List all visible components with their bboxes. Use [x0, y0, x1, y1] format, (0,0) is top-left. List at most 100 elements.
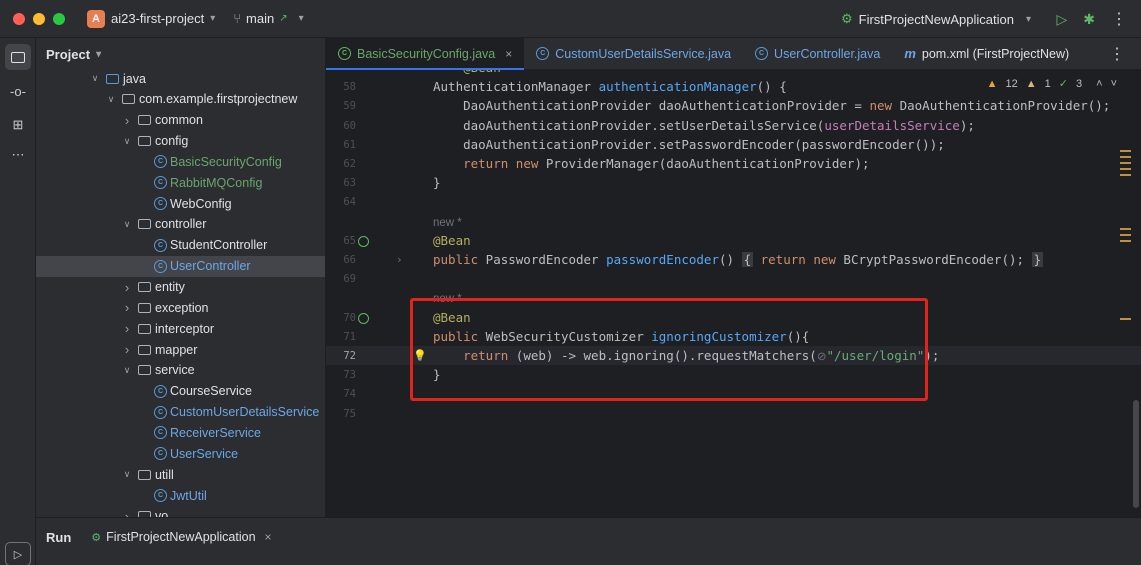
- chevron-down-icon[interactable]: ∨: [120, 219, 134, 230]
- error-stripe-marker[interactable]: [1120, 150, 1131, 152]
- error-stripe-marker[interactable]: [1120, 174, 1131, 176]
- chevron-right-icon[interactable]: ›: [120, 113, 134, 128]
- minimize-window-button[interactable]: [33, 12, 45, 25]
- close-window-button[interactable]: [13, 12, 25, 25]
- line-number[interactable]: 71: [326, 331, 356, 343]
- tree-item-folder[interactable]: › common: [36, 110, 325, 131]
- tree-item-class[interactable]: C StudentController: [36, 235, 325, 256]
- run-tool-button[interactable]: ▷: [5, 542, 31, 565]
- error-stripe-marker[interactable]: [1120, 162, 1131, 164]
- code-line[interactable]: daoAuthenticationProvider.setUserDetails…: [433, 118, 975, 133]
- tree-item-class[interactable]: C BasicSecurityConfig: [36, 151, 325, 172]
- run-tab[interactable]: ⚙ FirstProjectNewApplication ×: [91, 530, 271, 544]
- line-number[interactable]: 75: [326, 408, 356, 420]
- code-line[interactable]: new *: [433, 214, 462, 229]
- line-number[interactable]: 61: [326, 139, 356, 151]
- chevron-down-icon[interactable]: ∨: [120, 136, 134, 147]
- chevron-right-icon[interactable]: ›: [120, 509, 134, 517]
- error-stripe-marker[interactable]: [1120, 234, 1131, 236]
- code-line[interactable]: AuthenticationManager authenticationMana…: [433, 79, 787, 94]
- error-stripe-marker[interactable]: [1120, 156, 1131, 158]
- tree-item-class[interactable]: C UserController: [36, 255, 325, 277]
- chevron-down-icon[interactable]: ▾: [96, 49, 101, 60]
- author-hint[interactable]: new *: [433, 217, 462, 229]
- tree-item-folder[interactable]: ∨ service: [36, 360, 325, 381]
- run-configuration-selector[interactable]: ⚙ FirstProjectNewApplication ▾: [841, 0, 1031, 38]
- spring-bean-icon[interactable]: [358, 235, 369, 247]
- editor-tab[interactable]: m pom.xml (FirstProjectNew): [892, 38, 1081, 69]
- chevron-down-icon[interactable]: ▾: [210, 13, 215, 24]
- code-editor[interactable]: 58 59 60 61 62 63 64 65 66 › 69 70 71 72 73 74 75 @Bean A…: [326, 70, 1141, 517]
- line-number[interactable]: 62: [326, 158, 356, 170]
- tree-item-folder[interactable]: ∨ com.example.firstprojectnew: [36, 89, 325, 110]
- chevron-right-icon[interactable]: ›: [120, 300, 134, 315]
- more-actions-icon[interactable]: ⋮: [1111, 9, 1127, 29]
- code-line[interactable]: DaoAuthenticationProvider daoAuthenticat…: [433, 98, 1110, 113]
- vcs-branch-widget[interactable]: ⑂ main ↗ ▾: [233, 11, 303, 26]
- line-number[interactable]: 64: [326, 196, 356, 208]
- tree-item-class[interactable]: C UserService: [36, 443, 325, 464]
- spring-bean-icon[interactable]: [358, 312, 369, 324]
- chevron-up-icon[interactable]: ˄: [1096, 78, 1102, 90]
- line-number[interactable]: 63: [326, 177, 356, 189]
- editor-tab[interactable]: C BasicSecurityConfig.java ×: [326, 38, 525, 70]
- editor-tab[interactable]: C UserController.java: [743, 38, 892, 69]
- line-number[interactable]: 59: [326, 100, 356, 112]
- more-tools-button[interactable]: ⋯: [5, 142, 31, 168]
- chevron-down-icon[interactable]: ˅: [1111, 78, 1117, 90]
- tree-item-folder[interactable]: › entity: [36, 277, 325, 298]
- tree-item-folder[interactable]: ∨ controller: [36, 214, 325, 235]
- chevron-down-icon[interactable]: ∨: [120, 469, 134, 480]
- error-stripe-marker[interactable]: [1120, 240, 1131, 242]
- tree-item-class[interactable]: C CourseService: [36, 381, 325, 402]
- line-number[interactable]: 69: [326, 273, 356, 285]
- inspection-widget[interactable]: ▲ 12 ▲ 1 ✓ 3 ˄ ˅: [987, 77, 1117, 91]
- editor-scrollbar[interactable]: [1133, 400, 1139, 508]
- project-panel-header[interactable]: Project ▾: [36, 38, 325, 70]
- tree-item-folder[interactable]: › exception: [36, 297, 325, 318]
- tree-item-folder[interactable]: › interceptor: [36, 318, 325, 339]
- editor-tab[interactable]: C CustomUserDetailsService.java: [524, 38, 743, 69]
- line-number[interactable]: 70: [326, 312, 356, 324]
- fold-chevron-icon[interactable]: ›: [396, 253, 403, 266]
- code-line[interactable]: }: [433, 175, 441, 190]
- close-icon[interactable]: ×: [505, 47, 512, 61]
- error-stripe-marker[interactable]: [1120, 168, 1131, 170]
- debug-icon[interactable]: ✱: [1083, 11, 1095, 28]
- code-line[interactable]: return new ProviderManager(daoAuthentica…: [433, 156, 869, 171]
- error-stripe-marker[interactable]: [1120, 318, 1131, 320]
- line-number[interactable]: 58: [326, 81, 356, 93]
- project-tool-button[interactable]: [5, 44, 31, 70]
- tree-item-class[interactable]: C JwtUtil: [36, 485, 325, 506]
- project-badge[interactable]: A: [87, 9, 105, 28]
- tree-item-folder[interactable]: ∨ java: [36, 68, 325, 89]
- close-icon[interactable]: ×: [265, 530, 272, 544]
- tree-item-folder[interactable]: › vo: [36, 506, 325, 517]
- chevron-down-icon[interactable]: ∨: [104, 94, 118, 105]
- line-number[interactable]: 73: [326, 369, 356, 381]
- chevron-right-icon[interactable]: ›: [120, 321, 134, 336]
- code-line[interactable]: @Bean: [433, 233, 471, 248]
- tree-item-folder[interactable]: ∨ utill: [36, 464, 325, 485]
- tree-item-folder[interactable]: ∨ config: [36, 131, 325, 152]
- structure-tool-button[interactable]: ⊞: [5, 112, 31, 138]
- line-number[interactable]: 60: [326, 120, 356, 132]
- more-tabs-icon[interactable]: ⋮: [1109, 38, 1141, 69]
- commit-tool-button[interactable]: -o-: [5, 78, 31, 104]
- line-number[interactable]: 65: [326, 235, 356, 247]
- error-stripe-marker[interactable]: [1120, 228, 1131, 230]
- line-number[interactable]: 72: [326, 350, 356, 362]
- chevron-right-icon[interactable]: ›: [120, 342, 134, 357]
- code-line[interactable]: @Bean: [433, 70, 501, 75]
- line-number[interactable]: 74: [326, 388, 356, 400]
- tree-item-class[interactable]: C ReceiverService: [36, 422, 325, 443]
- tree-item-class[interactable]: C CustomUserDetailsService: [36, 402, 325, 423]
- project-name[interactable]: ai23-first-project: [111, 11, 204, 26]
- chevron-right-icon[interactable]: ›: [120, 280, 134, 295]
- tree-item-folder[interactable]: › mapper: [36, 339, 325, 360]
- run-icon[interactable]: ▷: [1056, 11, 1067, 28]
- tree-item-class[interactable]: C WebConfig: [36, 193, 325, 214]
- code-line[interactable]: daoAuthenticationProvider.setPasswordEnc…: [433, 137, 945, 152]
- line-number[interactable]: 66: [326, 254, 356, 266]
- chevron-down-icon[interactable]: ∨: [88, 73, 102, 84]
